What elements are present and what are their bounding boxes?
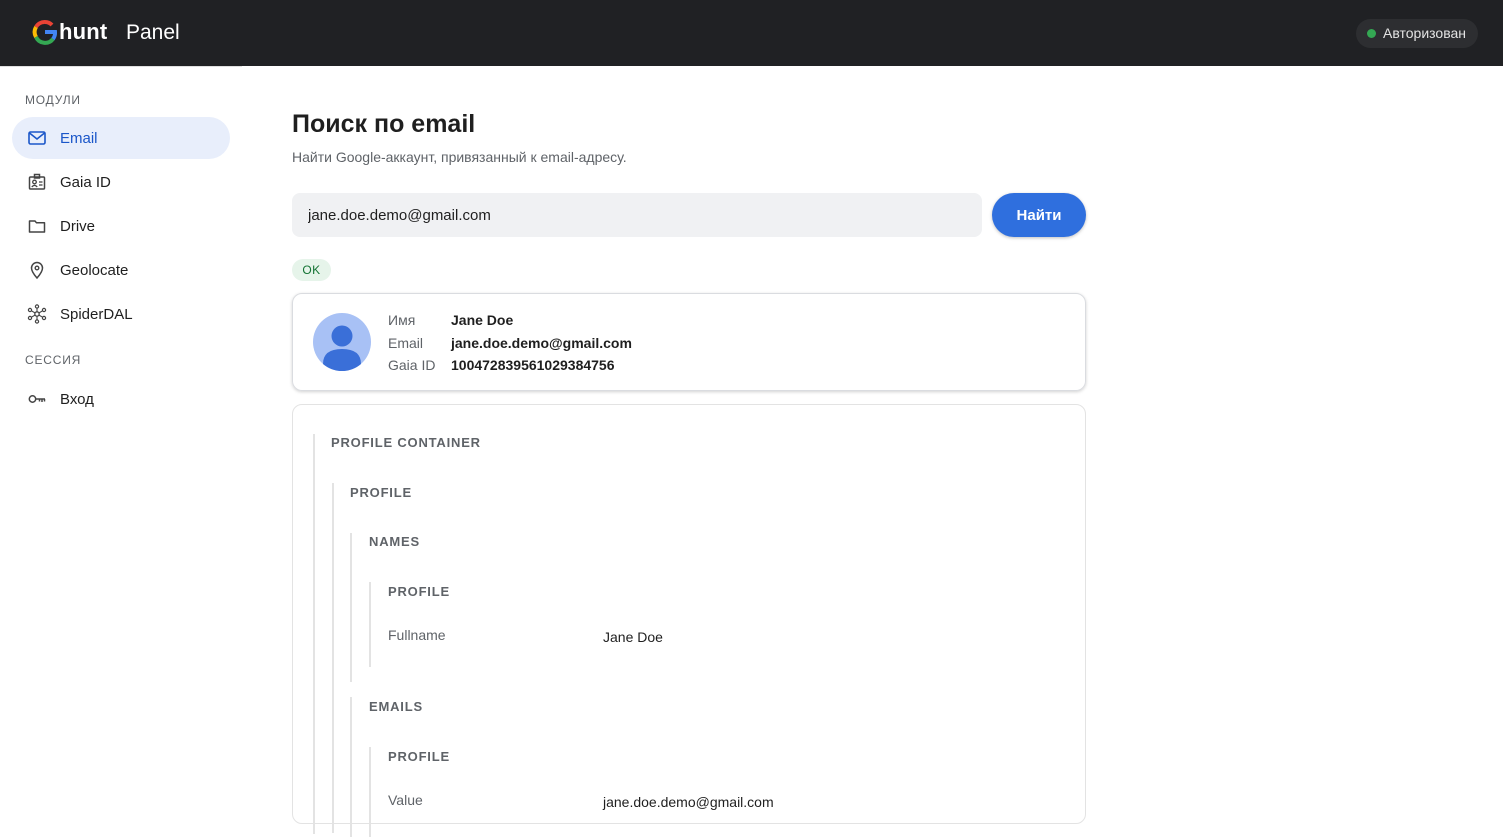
- profile-summary-card: Имя Jane Doe Email jane.doe.demo@gmail.c…: [292, 293, 1086, 391]
- sidebar-item-email[interactable]: Email: [12, 117, 230, 159]
- tree-heading-emails: EMAILS: [369, 699, 423, 714]
- tree-heading-names-profile: PROFILE: [388, 584, 450, 599]
- sidebar-item-login[interactable]: Вход: [12, 378, 230, 420]
- tree-indent-line: [350, 533, 352, 682]
- email-value: jane.doe.demo@gmail.com: [451, 335, 632, 351]
- email-search-input[interactable]: [292, 193, 982, 237]
- tree-heading-emails-profile: PROFILE: [388, 749, 450, 764]
- tree-indent-line: [350, 697, 352, 837]
- status-badge: OK: [292, 259, 331, 281]
- sidebar-item-spiderdal[interactable]: SpiderDAL: [12, 293, 230, 335]
- auth-status-text: Авторизован: [1383, 25, 1466, 41]
- tree-heading-names: NAMES: [369, 534, 420, 549]
- session-section-label: СЕССИЯ: [25, 353, 82, 367]
- avatar-icon: [313, 313, 371, 371]
- logo-text: hunt: [59, 19, 108, 44]
- tree-key-fullname: Fullname: [388, 627, 446, 643]
- tree-indent-line: [313, 434, 315, 834]
- sidebar-item-geolocate[interactable]: Geolocate: [12, 249, 230, 291]
- network-icon: [27, 304, 47, 324]
- sidebar-item-gaia-id[interactable]: Gaia ID: [12, 161, 230, 203]
- tree-value-email: jane.doe.demo@gmail.com: [603, 794, 774, 810]
- tree-heading-profile: PROFILE: [350, 485, 412, 500]
- top-bar: hunt Panel Авторизован: [0, 0, 1503, 66]
- name-value: Jane Doe: [451, 312, 514, 328]
- sidebar-item-drive[interactable]: Drive: [12, 205, 230, 247]
- gaia-id-value: 100472839561029384756: [451, 357, 615, 373]
- search-button[interactable]: Найти: [992, 193, 1086, 237]
- location-pin-icon: [30, 261, 44, 280]
- sidebar-item-label: Geolocate: [60, 261, 129, 279]
- auth-status-badge: Авторизован: [1356, 19, 1478, 48]
- page-title: Поиск по email: [292, 110, 476, 138]
- sidebar-item-label: SpiderDAL: [60, 305, 133, 323]
- mail-icon: [28, 131, 46, 145]
- tree-indent-line: [332, 483, 334, 833]
- email-label: Email: [388, 335, 424, 351]
- modules-section-label: МОДУЛИ: [25, 93, 81, 107]
- sidebar-item-label: Gaia ID: [60, 173, 111, 191]
- tree-key-value: Value: [388, 792, 423, 808]
- sidebar-item-label: Вход: [60, 390, 94, 408]
- tree-indent-line: [369, 582, 371, 667]
- tree-heading-profile-container: PROFILE CONTAINER: [331, 435, 481, 450]
- sidebar: МОДУЛИ Email Gaia ID Drive Geolocate Spi…: [0, 66, 242, 812]
- page-subtitle: Найти Google-аккаунт, привязанный к emai…: [292, 149, 627, 165]
- id-badge-icon: [28, 173, 46, 190]
- google-g-icon: [32, 20, 58, 45]
- gaia-id-label: Gaia ID: [388, 357, 436, 373]
- key-icon: [28, 395, 46, 403]
- panel-title: Panel: [126, 21, 180, 44]
- app-logo[interactable]: hunt: [31, 18, 107, 46]
- sidebar-item-label: Drive: [60, 217, 96, 235]
- name-label: Имя: [388, 312, 416, 328]
- status-dot-icon: [1367, 29, 1377, 38]
- tree-value-fullname: Jane Doe: [603, 629, 663, 645]
- profile-data-tree: PROFILE CONTAINER PROFILE NAMES PROFILE …: [292, 404, 1086, 837]
- tree-indent-line: [369, 747, 371, 837]
- sidebar-item-label: Email: [60, 129, 98, 147]
- folder-icon: [28, 220, 46, 233]
